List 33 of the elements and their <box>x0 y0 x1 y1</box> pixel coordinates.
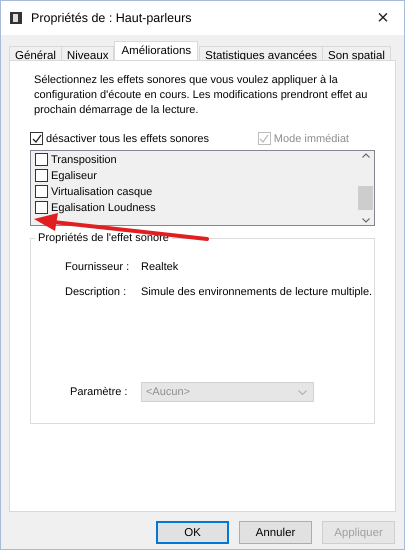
tab[interactable]: Niveaux <box>60 46 114 60</box>
group-title: Propriétés de l'effet sonore <box>35 232 172 244</box>
checkbox[interactable] <box>35 185 48 198</box>
checkbox[interactable] <box>35 153 48 166</box>
close-button[interactable]: × <box>370 6 396 30</box>
field-label: Description : <box>65 286 128 298</box>
effect-label: Egalisation Loudness <box>51 202 156 214</box>
field-label: Fournisseur : <box>65 261 130 273</box>
field-value: Simule des environnements de lecture multiple. <box>141 286 374 298</box>
chevron-down-icon <box>298 390 307 394</box>
window-title: Propriétés de : Haut-parleurs <box>31 11 192 25</box>
effect-label: Transposition <box>51 154 117 166</box>
effect-label: Egaliseur <box>51 170 97 182</box>
speaker-icon <box>9 11 23 25</box>
scroll-up-icon[interactable] <box>362 153 370 158</box>
checkbox[interactable] <box>30 132 43 145</box>
scrollbar[interactable] <box>357 151 374 225</box>
checkbox[interactable] <box>35 169 48 182</box>
effect-label: Virtualisation casque <box>51 186 152 198</box>
field-label: Paramètre : <box>70 386 128 398</box>
scroll-thumb[interactable] <box>358 186 373 210</box>
dialog-button[interactable]: OK <box>156 521 229 544</box>
checkbox[interactable] <box>35 201 48 214</box>
tab[interactable]: Général <box>9 46 62 60</box>
checkbox-label: Mode immédiat <box>274 132 349 144</box>
description-text: Sélectionnez les effets sonores que vous voulez appliquer à la configuration d'écoute en cours. Les modifications prendront effet au prochain démarrage de la lecture. <box>34 73 368 118</box>
field-value: Realtek <box>141 261 180 273</box>
scroll-down-icon[interactable] <box>362 218 370 223</box>
tab[interactable]: Améliorations <box>114 41 198 60</box>
tab[interactable]: Son spatial <box>322 46 391 60</box>
checkbox-label: désactiver tous les effets sonores <box>46 132 210 144</box>
dialog-button[interactable]: Annuler <box>239 521 312 544</box>
tab[interactable]: Statistiques avancées <box>199 46 324 60</box>
